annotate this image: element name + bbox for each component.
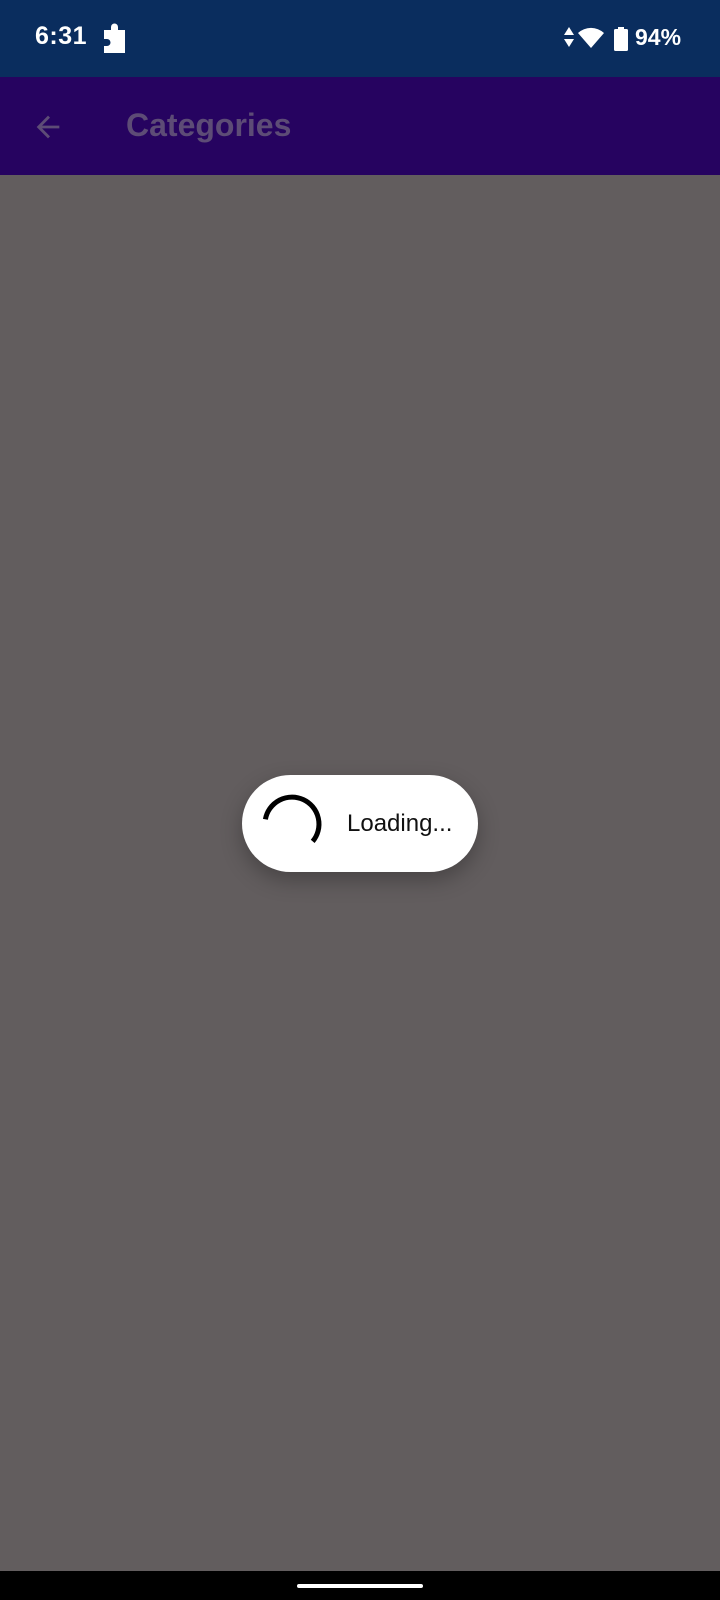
- wifi-icon: [578, 27, 604, 48]
- content-scrim: [0, 175, 720, 1571]
- app-bar: Categories: [0, 77, 720, 175]
- status-time: 6:31: [35, 22, 88, 50]
- battery-percent: 94%: [635, 24, 682, 50]
- puzzle-icon: [104, 23, 125, 53]
- arrow-left-icon: [36, 115, 60, 139]
- home-gesture-handle[interactable]: [297, 1584, 423, 1588]
- page-title: Categories: [126, 107, 292, 143]
- spinner-icon: [262, 794, 322, 843]
- navigation-bar: [0, 1571, 720, 1600]
- loading-label: Loading...: [347, 810, 453, 837]
- back-button[interactable]: [22, 101, 74, 153]
- loading-dialog: Loading...: [242, 775, 478, 872]
- app-screen: 6:31 94% Categories Loading...: [0, 0, 720, 1600]
- status-bar: 6:31 94%: [0, 0, 720, 77]
- battery-icon: [614, 27, 628, 51]
- data-arrows-icon: [564, 27, 574, 47]
